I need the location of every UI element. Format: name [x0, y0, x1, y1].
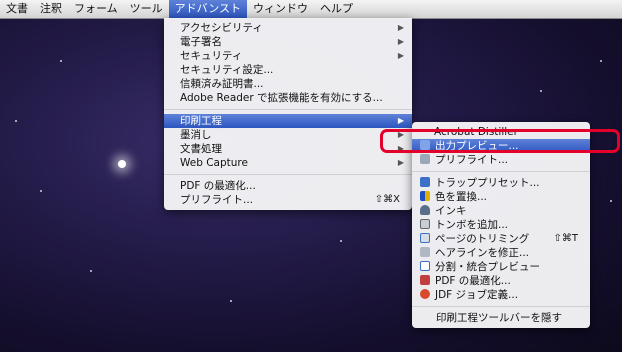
menu-item-pdf-optimizer[interactable]: PDF の最適化... — [164, 179, 412, 193]
submenu-item-hide-toolbar[interactable]: 印刷工程ツールバーを隠す — [412, 311, 590, 325]
star — [230, 300, 232, 302]
submenu-arrow-icon: ▶ — [397, 158, 404, 167]
submenu-arrow-icon: ▶ — [397, 37, 404, 46]
star — [540, 90, 542, 92]
menu-item-redaction[interactable]: 墨消し ▶ — [164, 128, 412, 142]
menu-item-extend-features[interactable]: Adobe Reader で拡張機能を有効にする... — [164, 91, 412, 105]
menu-help[interactable]: ヘルプ — [314, 0, 359, 18]
submenu-item-preflight[interactable]: プリフライト... — [412, 153, 590, 167]
optimize-pdf-icon — [420, 275, 430, 285]
ink-icon — [420, 205, 430, 215]
menu-item-digital-signatures[interactable]: 電子署名 ▶ — [164, 35, 412, 49]
submenu-item-ink[interactable]: インキ — [412, 204, 590, 218]
menu-comments[interactable]: 注釈 — [34, 0, 68, 18]
submenu-arrow-icon: ▶ — [397, 23, 404, 32]
submenu-item-add-printer-marks[interactable]: トンボを追加... — [412, 218, 590, 232]
star — [600, 60, 602, 62]
menu-forms[interactable]: フォーム — [68, 0, 124, 18]
submenu-item-flattener-preview[interactable]: 分割・統合プレビュー — [412, 260, 590, 274]
menu-item-print-production[interactable]: 印刷工程 ▶ — [164, 114, 412, 128]
star — [15, 120, 17, 122]
menu-item-security-settings[interactable]: セキュリティ設定... — [164, 63, 412, 77]
menu-separator — [164, 109, 412, 110]
menu-item-document-processing[interactable]: 文書処理 ▶ — [164, 142, 412, 156]
menu-item-preflight[interactable]: プリフライト... ⇧⌘X — [164, 193, 412, 207]
flattener-preview-icon — [420, 261, 430, 271]
menu-advanced[interactable]: アドバンスト — [168, 0, 248, 18]
convert-colors-icon — [420, 191, 430, 201]
menu-bar: 文書 注釈 フォーム ツール アドバンスト ウィンドウ ヘルプ — [0, 0, 622, 19]
submenu-item-trap-presets[interactable]: トラッププリセット... — [412, 176, 590, 190]
menu-item-accessibility[interactable]: アクセシビリティ ▶ — [164, 21, 412, 35]
star — [90, 270, 92, 272]
submenu-arrow-icon: ▶ — [397, 116, 404, 125]
star — [610, 200, 612, 202]
menu-separator — [164, 174, 412, 175]
menu-item-trusted-certificates[interactable]: 信頼済み証明書... — [164, 77, 412, 91]
crop-pages-icon — [420, 233, 430, 243]
menu-window[interactable]: ウィンドウ — [247, 0, 314, 18]
shortcut-label: ⇧⌘X — [374, 194, 400, 205]
advanced-menu: アクセシビリティ ▶ 電子署名 ▶ セキュリティ ▶ セキュリティ設定... 信頼済み… — [164, 18, 412, 210]
submenu-item-convert-colors[interactable]: 色を置換... — [412, 190, 590, 204]
submenu-item-crop-pages[interactable]: ページのトリミング ⇧⌘T — [412, 232, 590, 246]
bright-star — [118, 160, 126, 168]
menu-document[interactable]: 文書 — [0, 0, 34, 18]
star — [340, 240, 342, 242]
trap-presets-icon — [420, 177, 430, 187]
submenu-arrow-icon: ▶ — [397, 51, 404, 60]
menu-item-security[interactable]: セキュリティ ▶ — [164, 49, 412, 63]
shortcut-label: ⇧⌘T — [553, 233, 579, 244]
fix-hairlines-icon — [420, 247, 430, 257]
menu-separator — [412, 306, 590, 307]
star — [60, 60, 62, 62]
highlight-callout — [380, 129, 620, 153]
submenu-item-jdf-job-definitions[interactable]: JDF ジョブ定義... — [412, 288, 590, 302]
preflight-icon — [420, 154, 430, 164]
menu-tools[interactable]: ツール — [124, 0, 169, 18]
jdf-job-icon — [420, 289, 430, 299]
menu-item-web-capture[interactable]: Web Capture ▶ — [164, 156, 412, 170]
star — [40, 190, 42, 192]
submenu-item-fix-hairlines[interactable]: ヘアラインを修正... — [412, 246, 590, 260]
add-printer-marks-icon — [420, 219, 430, 229]
menu-separator — [412, 171, 590, 172]
submenu-item-pdf-optimizer[interactable]: PDF の最適化... — [412, 274, 590, 288]
